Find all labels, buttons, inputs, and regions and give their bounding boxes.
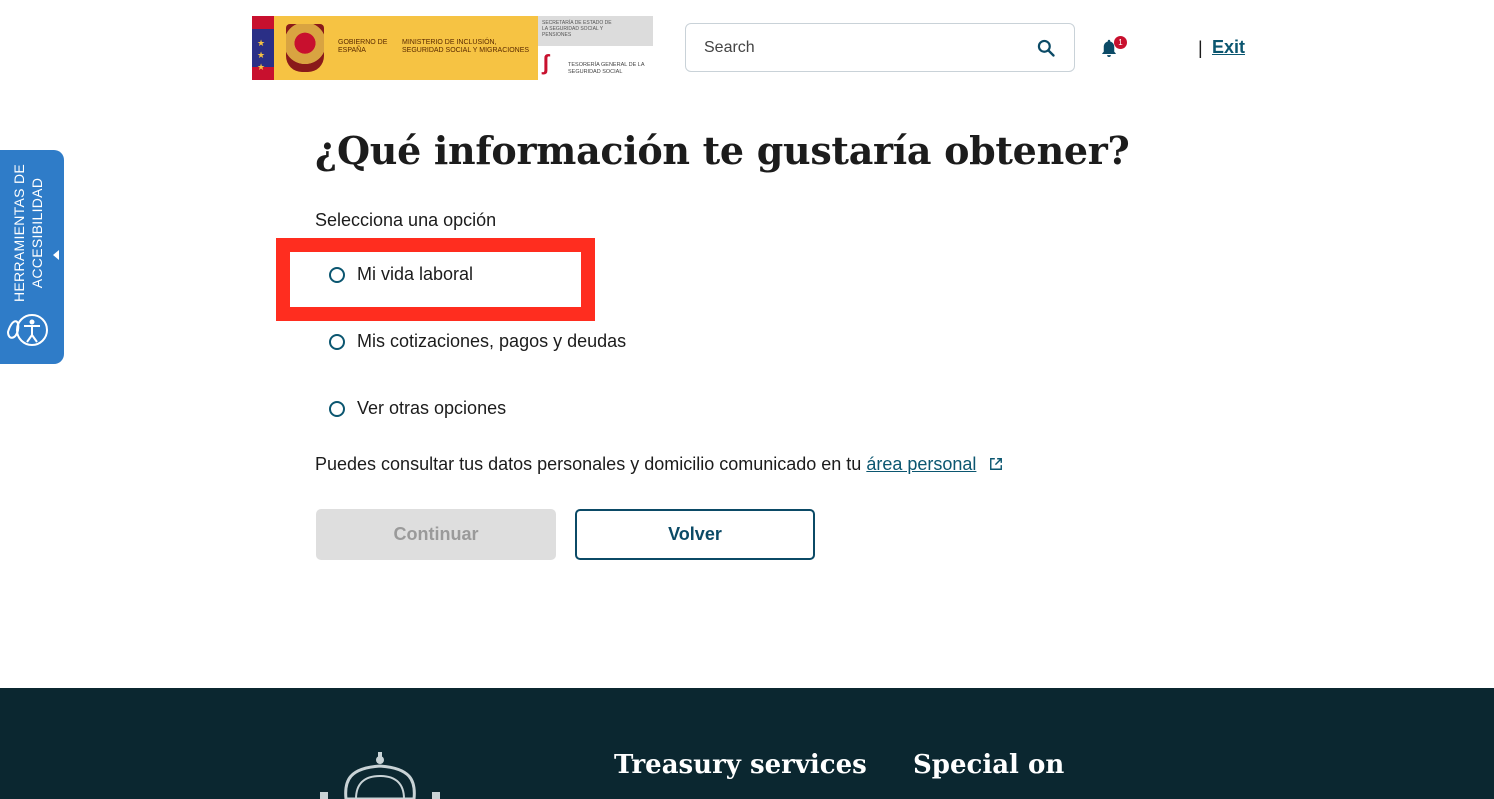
external-link-icon[interactable] xyxy=(989,457,1003,471)
accessibility-tools-tab[interactable]: HERRAMIENTAS DE ACCESIBILIDAD xyxy=(0,150,64,364)
main-content: ¿Qué información te gustaría obtener? Se… xyxy=(315,128,1215,560)
ministry-text: MINISTERIO DE INCLUSIÓN, SEGURIDAD SOCIA… xyxy=(402,39,530,54)
header-separator: | xyxy=(1198,38,1203,58)
notification-badge: 1 xyxy=(1114,36,1127,49)
accessibility-tab-label: HERRAMIENTAS DE ACCESIBILIDAD xyxy=(11,163,46,303)
ministry-logo: GOBIERNO DE ESPAÑA MINISTERIO DE INCLUSI… xyxy=(274,16,538,80)
notifications-button[interactable]: 1 xyxy=(1100,36,1127,60)
radio-button[interactable] xyxy=(329,333,345,350)
royal-crown-crest-icon xyxy=(320,752,440,799)
personal-area-link[interactable]: área personal xyxy=(866,454,976,474)
treasury-logo: SECRETARÍA DE ESTADO DE LA SEGURIDAD SOC… xyxy=(538,16,653,80)
info-text: Puedes consultar tus datos personales y … xyxy=(315,454,862,474)
gov-text: GOBIERNO DE ESPAÑA xyxy=(338,39,388,54)
expand-caret-icon xyxy=(53,250,59,260)
radio-button[interactable] xyxy=(329,400,345,417)
site-header: ★ ★ ★ GOBIERNO DE ESPAÑA MINISTERIO DE INC… xyxy=(0,0,1494,100)
option-label: Mis cotizaciones, pagos y deudas xyxy=(357,331,627,351)
secretary-text: SECRETARÍA DE ESTADO DE LA SEGURIDAD SOC… xyxy=(542,20,612,38)
continue-button[interactable]: Continuar xyxy=(316,509,556,560)
page-title: ¿Qué información te gustaría obtener? xyxy=(315,128,1130,173)
search-input[interactable] xyxy=(702,37,1026,58)
accessibility-icon xyxy=(6,314,48,346)
tgss-mark-icon: ʃ xyxy=(542,50,550,75)
footer-heading-special: Special on xyxy=(913,750,1065,780)
site-footer: Treasury services Special on xyxy=(0,688,1494,799)
personal-area-info: Puedes consultar tus datos personales y … xyxy=(315,454,1003,475)
search-box xyxy=(685,23,1075,72)
option-mis-cotizaciones[interactable]: Mis cotizaciones, pagos y deudas xyxy=(329,331,626,352)
option-ver-otras-opciones[interactable]: Ver otras opciones xyxy=(329,398,506,419)
highlight-annotation-box xyxy=(276,238,595,321)
back-button[interactable]: Volver xyxy=(575,509,815,560)
exit-link[interactable]: Exit xyxy=(1212,37,1245,58)
options-label: Selecciona una opción xyxy=(315,210,497,230)
treasury-text: TESORERÍA GENERAL DE LA SEGURIDAD SOCIAL xyxy=(568,62,645,75)
coat-of-arms-icon xyxy=(286,24,324,72)
search-icon[interactable] xyxy=(1036,38,1056,58)
eu-flag-stripe: ★ ★ ★ xyxy=(252,16,274,80)
option-label: Ver otras opciones xyxy=(357,398,507,418)
government-logo[interactable]: ★ ★ ★ GOBIERNO DE ESPAÑA MINISTERIO DE INC… xyxy=(252,16,653,80)
footer-heading-treasury-services: Treasury services xyxy=(614,750,867,780)
